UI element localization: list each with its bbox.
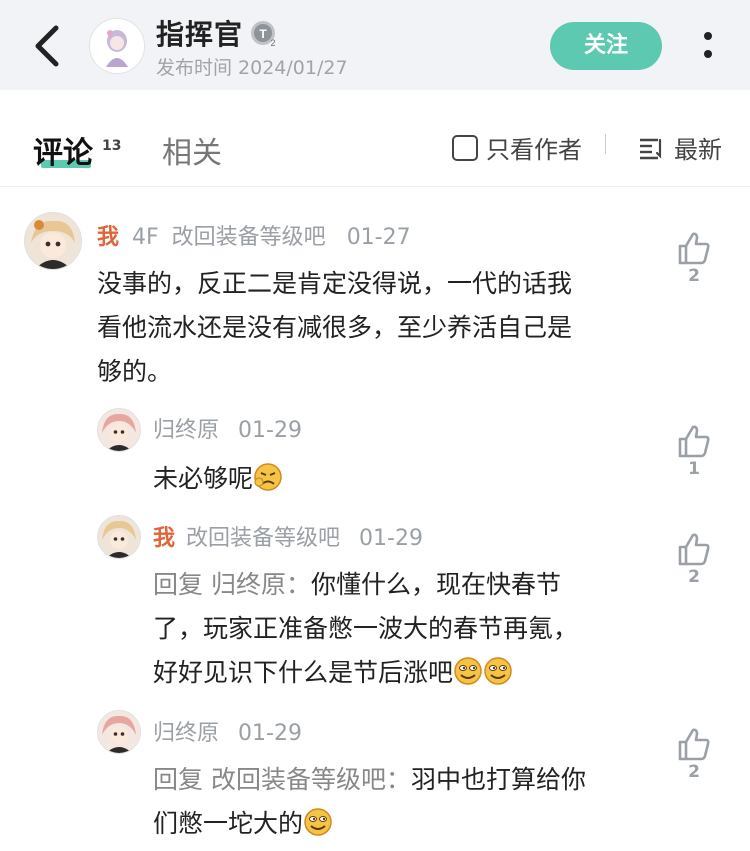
author-self-tag[interactable]: 我 <box>97 225 119 250</box>
author-name[interactable]: 指挥官 <box>156 13 243 53</box>
author-only-label: 只看作者 <box>486 136 582 164</box>
follow-button[interactable]: 关注 <box>550 22 662 70</box>
reply-meta: 我 改回装备等级吧 01-29 <box>153 520 423 552</box>
comment-date: 01-27 <box>346 225 411 250</box>
smirk-emoji-icon <box>483 656 513 686</box>
post-header: 指挥官 T 2 发布时间 2024/01/27 关注 <box>0 0 750 90</box>
thumbs-up-icon <box>678 533 710 566</box>
reply-text: 未必够呢 <box>153 464 254 493</box>
reply-prefix[interactable]: 回复 归终原： <box>153 570 311 599</box>
thumbs-up-icon <box>678 728 710 761</box>
thumbs-up-icon <box>678 425 710 458</box>
reply-avatar[interactable] <box>97 515 141 559</box>
reply-avatar[interactable] <box>97 408 141 452</box>
comment-tabs: 评论 13 相关 只看作者 最新 <box>0 90 750 187</box>
author-only-toggle[interactable]: 只看作者 <box>452 130 582 165</box>
floor-number: 4F <box>132 225 159 250</box>
author-avatar[interactable] <box>89 18 145 74</box>
sort-label: 最新 <box>674 136 722 164</box>
reply-body[interactable]: 回复 归终原：你懂什么，现在快春节 了，玩家正准备憋一波大的春节再氪， 好好见识… <box>153 563 653 695</box>
sort-icon <box>640 138 662 159</box>
comment-line: 看他流水还是没有减很多，至少养活自己是 <box>97 313 573 342</box>
reply-author[interactable]: 归终原 <box>153 418 219 443</box>
reply-line: 了，玩家正准备憋一波大的春节再氪， <box>153 614 579 643</box>
reply-line: 好好见识下什么是节后涨吧 <box>153 651 653 695</box>
publish-time: 发布时间 2024/01/27 <box>156 57 348 79</box>
svg-text:2: 2 <box>270 38 275 48</box>
comment-body[interactable]: 没事的，反正二是肯定没得说，一代的话我 看他流水还是没有减很多，至少养活自己是 … <box>97 262 657 394</box>
reply-nickname[interactable]: 改回装备等级吧 <box>186 526 340 551</box>
reply-text: 们憋一坨大的 <box>153 809 304 838</box>
like-count: 2 <box>688 266 700 286</box>
reply-line: 回复 改回装备等级吧：羽中也打算给你 <box>153 758 653 802</box>
reply-body[interactable]: 回复 改回装备等级吧：羽中也打算给你 们憋一坨大的 <box>153 758 653 846</box>
like-button[interactable]: 2 <box>674 727 714 782</box>
checkbox-icon[interactable] <box>452 134 478 161</box>
reply-text: 好好见识下什么是节后涨吧 <box>153 658 454 687</box>
svg-text:T: T <box>259 27 267 41</box>
reply-meta: 归终原 01-29 <box>153 412 302 444</box>
sort-toggle[interactable]: 最新 <box>638 130 722 165</box>
reply-line: 回复 归终原：你懂什么，现在快春节 <box>153 563 653 607</box>
divider <box>605 134 606 154</box>
angry-emoji-icon <box>253 462 283 492</box>
reply-date: 01-29 <box>238 418 302 443</box>
like-button[interactable]: 2 <box>674 532 714 587</box>
comment-line: 够的。 <box>97 357 173 386</box>
reply-date: 01-29 <box>238 721 302 746</box>
reply-text: 羽中也打算给你 <box>410 765 586 794</box>
tab-related[interactable]: 相关 <box>162 128 222 172</box>
thumbs-up-icon <box>678 232 710 265</box>
smirk-emoji-icon <box>303 807 333 837</box>
comment-line: 没事的，反正二是肯定没得说，一代的话我 <box>97 269 573 298</box>
tab-comments[interactable]: 评论 <box>33 128 93 172</box>
like-button[interactable]: 1 <box>674 424 714 479</box>
like-count: 1 <box>688 459 700 479</box>
reply-body[interactable]: 未必够呢 <box>153 457 283 501</box>
reply-meta: 归终原 01-29 <box>153 715 302 747</box>
back-arrow-icon[interactable] <box>30 24 66 68</box>
reply-avatar[interactable] <box>97 710 141 754</box>
author-self-tag[interactable]: 我 <box>153 526 175 551</box>
reply-author[interactable]: 归终原 <box>153 721 219 746</box>
more-vertical-icon[interactable] <box>700 28 716 66</box>
reply-text: 你懂什么，现在快春节 <box>310 570 561 599</box>
level-badge-icon: T 2 <box>250 20 278 48</box>
commenter-nickname[interactable]: 改回装备等级吧 <box>172 225 326 250</box>
commenter-avatar[interactable] <box>24 212 82 270</box>
smirk-emoji-icon <box>453 656 483 686</box>
comments-count: 13 <box>102 138 122 154</box>
like-count: 2 <box>688 567 700 587</box>
reply-line: 们憋一坨大的 <box>153 802 653 846</box>
comment-meta: 我 4F 改回装备等级吧 01-27 <box>97 219 411 251</box>
reply-date: 01-29 <box>359 526 423 551</box>
reply-prefix[interactable]: 回复 改回装备等级吧： <box>153 765 411 794</box>
like-count: 2 <box>688 762 700 782</box>
like-button[interactable]: 2 <box>674 231 714 286</box>
